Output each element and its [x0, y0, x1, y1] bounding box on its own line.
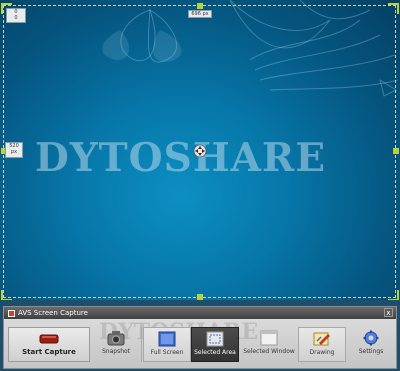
selected-area-button[interactable]: Selected Area — [191, 327, 239, 362]
resize-corner-bottom-left[interactable] — [1, 290, 12, 300]
settings-button[interactable]: Settings — [348, 327, 394, 362]
width-label: 696 px — [188, 10, 212, 18]
toolbar: DYTOSHARE Start Capture Snapshot Full Sc… — [4, 319, 396, 368]
resize-handle-right[interactable] — [393, 148, 399, 154]
window-title: AVS Screen Capture — [18, 309, 88, 317]
snapshot-button[interactable]: Snapshot — [92, 327, 140, 362]
record-icon — [39, 334, 59, 344]
resize-handle-top[interactable] — [197, 3, 203, 9]
drawing-icon — [313, 332, 330, 346]
selected-window-label: Selected Window — [243, 348, 295, 355]
title-bar[interactable]: AVS Screen Capture x — [4, 307, 396, 319]
drawing-button[interactable]: Drawing — [298, 327, 346, 362]
settings-label: Settings — [358, 348, 384, 355]
full-screen-button[interactable]: Full Screen — [143, 327, 191, 362]
selected-area-icon — [206, 331, 224, 347]
window-icon — [260, 330, 278, 346]
desktop-background: 0 0 696 px 520 px DYTOSHARE — [0, 0, 400, 300]
drawing-label: Drawing — [309, 349, 335, 356]
selected-area-label: Selected Area — [194, 349, 236, 356]
snapshot-label: Snapshot — [101, 348, 131, 355]
watermark-text: DYTOSHARE — [35, 135, 327, 181]
move-icon[interactable] — [193, 144, 207, 158]
resize-handle-bottom[interactable] — [197, 294, 203, 300]
height-label: 520 px — [5, 142, 23, 158]
camera-icon — [107, 331, 125, 346]
resize-corner-bottom-right[interactable] — [388, 290, 399, 300]
avs-screen-capture-window: AVS Screen Capture x DYTOSHARE Start Cap… — [3, 306, 397, 369]
resize-corner-top-right[interactable] — [388, 3, 399, 14]
app-icon — [8, 309, 15, 317]
gear-icon — [363, 330, 379, 346]
full-screen-icon — [158, 331, 176, 347]
start-capture-label: Start Capture — [22, 348, 76, 356]
separator — [141, 327, 142, 362]
full-screen-label: Full Screen — [150, 349, 184, 356]
start-capture-button[interactable]: Start Capture — [8, 327, 90, 362]
close-button[interactable]: x — [384, 308, 393, 317]
position-label: 0 0 — [6, 8, 26, 23]
selected-window-button[interactable]: Selected Window — [242, 327, 296, 362]
